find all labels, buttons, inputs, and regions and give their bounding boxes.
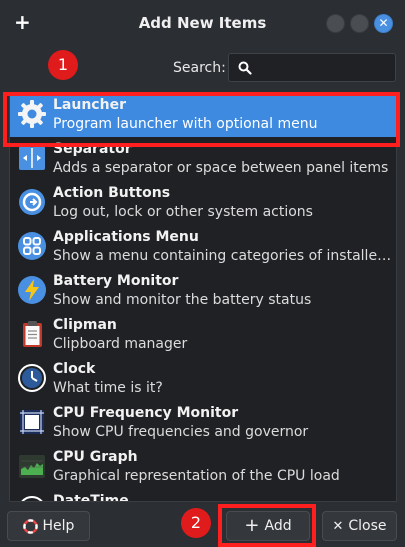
list-item-clock[interactable]: Clock What time is it? (10, 357, 396, 401)
item-name: Battery Monitor (53, 273, 179, 289)
separator-icon (19, 146, 45, 170)
close-label: Close (348, 518, 387, 534)
item-description: Clipboard manager (53, 336, 188, 352)
search-icon (238, 61, 252, 75)
item-description: Show a menu containing categories of ins… (53, 248, 393, 264)
item-name: Action Buttons (53, 185, 171, 201)
list-item-launcher[interactable]: Launcher Program launcher with optional … (10, 93, 396, 137)
item-name: Clipman (53, 317, 117, 333)
item-description: Graphical representation of the CPU load (53, 468, 340, 484)
apps-grid-icon (18, 232, 46, 260)
list-item-cpu-frequency-monitor[interactable]: CPU Frequency Monitor Show CPU frequenci… (10, 401, 396, 445)
item-description: Program launcher with optional menu (53, 116, 318, 132)
clock-icon (18, 364, 46, 392)
add-icon: + (244, 515, 260, 536)
items-list[interactable]: Launcher Program launcher with optional … (9, 92, 397, 502)
step-badge-2: 2 (181, 508, 211, 538)
close-icon: ✕ (332, 518, 344, 534)
close-window-button[interactable]: ✕ (374, 14, 393, 33)
help-label: Help (42, 518, 75, 534)
title-bar: + Add New Items ✕ (0, 0, 405, 46)
item-name: DateTime (53, 493, 129, 502)
item-description: Log out, lock or other system actions (53, 204, 313, 220)
list-item-cpu-graph[interactable]: CPU Graph Graphical representation of th… (10, 445, 396, 489)
power-icon (19, 189, 45, 215)
item-description: Show CPU frequencies and governor (53, 424, 309, 440)
graph-icon (19, 455, 45, 478)
list-item-applications-menu[interactable]: Applications Menu Show a menu containing… (10, 225, 396, 269)
list-item-clipman[interactable]: Clipman Clipboard manager (10, 313, 396, 357)
search-input[interactable] (257, 57, 393, 79)
calendar-icon (21, 496, 43, 501)
list-item-battery-monitor[interactable]: Battery Monitor Show and monitor the bat… (10, 269, 396, 313)
item-name: CPU Graph (53, 449, 138, 465)
item-name: Clock (53, 361, 96, 377)
cpu-icon (20, 410, 44, 434)
battery-icon (18, 276, 46, 304)
add-button[interactable]: + Add (226, 511, 310, 541)
lifebuoy-icon (22, 518, 38, 534)
maximize-button[interactable] (350, 14, 369, 33)
list-item-separator[interactable]: Separator Adds a separator or space betw… (10, 137, 396, 181)
list-item-action-buttons[interactable]: Action Buttons Log out, lock or other sy… (10, 181, 396, 225)
list-item-datetime[interactable]: DateTime (10, 489, 396, 502)
item-description: What time is it? (53, 380, 163, 396)
clipboard-icon (23, 321, 42, 347)
gear-icon (18, 100, 46, 128)
item-description: Show and monitor the battery status (53, 292, 312, 308)
step-badge-1: 1 (48, 50, 78, 80)
search-label: Search: (173, 60, 226, 76)
minimize-button[interactable] (326, 14, 345, 33)
item-name: Launcher (53, 97, 126, 113)
add-label: Add (264, 518, 292, 534)
item-name: Separator (53, 141, 132, 157)
help-button[interactable]: Help (7, 511, 90, 541)
close-button[interactable]: ✕ Close (322, 511, 397, 541)
item-name: CPU Frequency Monitor (53, 405, 239, 421)
item-name: Applications Menu (53, 229, 199, 245)
item-description: Adds a separator or space between panel … (53, 160, 389, 176)
search-field[interactable] (228, 53, 396, 82)
